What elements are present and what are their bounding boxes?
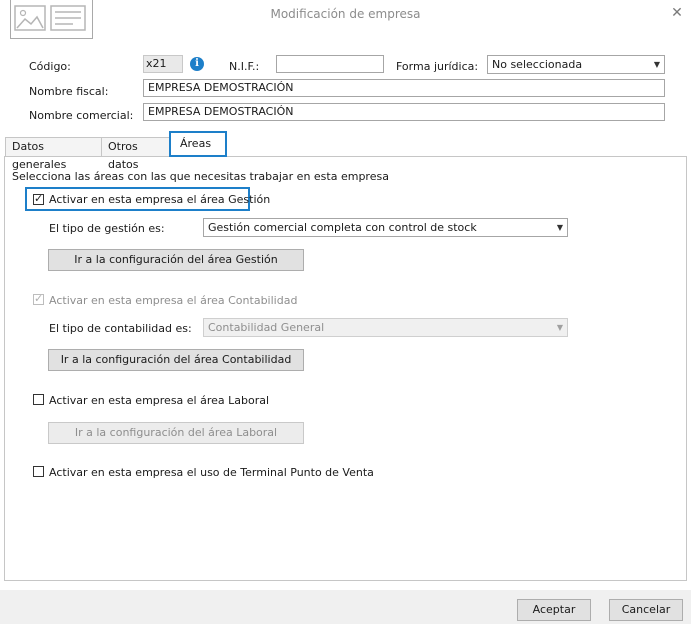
forma-juridica-value: No seleccionada (492, 58, 583, 71)
gestion-checkbox[interactable] (33, 192, 44, 205)
chevron-down-icon: ▼ (556, 323, 563, 332)
tpv-checkbox[interactable] (33, 466, 44, 477)
codigo-field[interactable]: x21 (143, 55, 183, 73)
tipo-contabilidad-select[interactable]: Contabilidad General ▼ (203, 318, 568, 337)
tab-areas[interactable]: Áreas (169, 131, 227, 157)
forma-juridica-label: Forma jurídica: (396, 60, 479, 73)
areas-intro: Selecciona las áreas con las que necesit… (12, 170, 389, 183)
tab-otros-datos[interactable]: Otros datos (101, 137, 171, 171)
tipo-contabilidad-label: El tipo de contabilidad es: (49, 322, 192, 335)
laboral-checkbox[interactable] (33, 394, 44, 405)
nombre-fiscal-field[interactable]: EMPRESA DEMOSTRACIÓN (143, 79, 665, 97)
info-icon[interactable]: i (190, 57, 204, 71)
tab-datos-generales[interactable]: Datos generales (5, 137, 102, 171)
gestion-checkbox-label[interactable]: Activar en esta empresa el área Gestión (49, 193, 270, 206)
laboral-checkbox-label[interactable]: Activar en esta empresa el área Laboral (49, 394, 269, 407)
config-contabilidad-button[interactable]: Ir a la configuración del área Contabili… (48, 349, 304, 371)
cancel-button[interactable]: Cancelar (609, 599, 683, 621)
tpv-checkbox-label[interactable]: Activar en esta empresa el uso de Termin… (49, 466, 374, 479)
tipo-contabilidad-value: Contabilidad General (208, 321, 325, 334)
config-laboral-button[interactable]: Ir a la configuración del área Laboral (48, 422, 304, 444)
tipo-gestion-select[interactable]: Gestión comercial completa con control d… (203, 218, 568, 237)
forma-juridica-select[interactable]: No seleccionada ▼ (487, 55, 665, 74)
codigo-label: Código: (29, 60, 71, 73)
nif-label: N.I.F.: (229, 60, 260, 73)
tipo-gestion-label: El tipo de gestión es: (49, 222, 165, 235)
contabilidad-checkbox[interactable] (33, 292, 44, 305)
contabilidad-checkbox-label: Activar en esta empresa el área Contabil… (49, 294, 298, 307)
window-title: Modificación de empresa (270, 7, 421, 21)
close-icon[interactable]: ✕ (668, 4, 686, 22)
nombre-comercial-field[interactable]: EMPRESA DEMOSTRACIÓN (143, 103, 665, 121)
chevron-down-icon: ▼ (556, 223, 563, 232)
nif-field[interactable] (276, 55, 384, 73)
chevron-down-icon: ▼ (653, 60, 660, 69)
nombre-comercial-label: Nombre comercial: (29, 109, 134, 122)
accept-button[interactable]: Aceptar (517, 599, 591, 621)
nombre-fiscal-label: Nombre fiscal: (29, 85, 109, 98)
tipo-gestion-value: Gestión comercial completa con control d… (208, 221, 477, 234)
config-gestion-button[interactable]: Ir a la configuración del área Gestión (48, 249, 304, 271)
